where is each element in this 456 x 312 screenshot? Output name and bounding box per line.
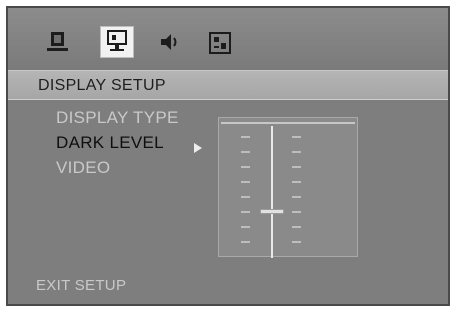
general-setup-icon[interactable] xyxy=(44,30,72,54)
audio-setup-icon[interactable] xyxy=(156,30,182,54)
slider-tick xyxy=(292,241,301,243)
exit-setup-button[interactable]: EXIT SETUP xyxy=(36,277,126,294)
slider-tick xyxy=(292,151,301,153)
slider-tick xyxy=(241,211,250,213)
submenu-arrow-icon xyxy=(193,141,203,159)
slider-tick xyxy=(241,241,250,243)
slider-knob[interactable] xyxy=(260,209,284,214)
slider-tick xyxy=(292,136,301,138)
slider-tick xyxy=(241,151,250,153)
slider-tick xyxy=(292,211,301,213)
menu-item-dark-level[interactable]: DARK LEVEL xyxy=(56,133,164,153)
page-title: DISPLAY SETUP xyxy=(38,77,166,94)
slider-track xyxy=(271,126,273,258)
slider-tick xyxy=(241,226,250,228)
slider-tick xyxy=(241,136,250,138)
slider-tick xyxy=(292,196,301,198)
slider-tick xyxy=(241,181,250,183)
display-setup-icon[interactable] xyxy=(100,26,134,58)
dark-level-slider[interactable] xyxy=(218,117,358,258)
preferences-icon[interactable] xyxy=(206,30,234,56)
menu-item-video[interactable]: VIDEO xyxy=(56,158,110,178)
setup-toolbar xyxy=(8,8,448,70)
slider-tick xyxy=(292,181,301,183)
slider-top-line xyxy=(221,122,355,124)
slider-tick xyxy=(241,196,250,198)
menu-item-display-type[interactable]: DISPLAY TYPE xyxy=(56,108,179,128)
page-title-bar: DISPLAY SETUP xyxy=(8,70,448,100)
slider-tick xyxy=(292,226,301,228)
slider-tick xyxy=(292,166,301,168)
slider-tick xyxy=(241,166,250,168)
